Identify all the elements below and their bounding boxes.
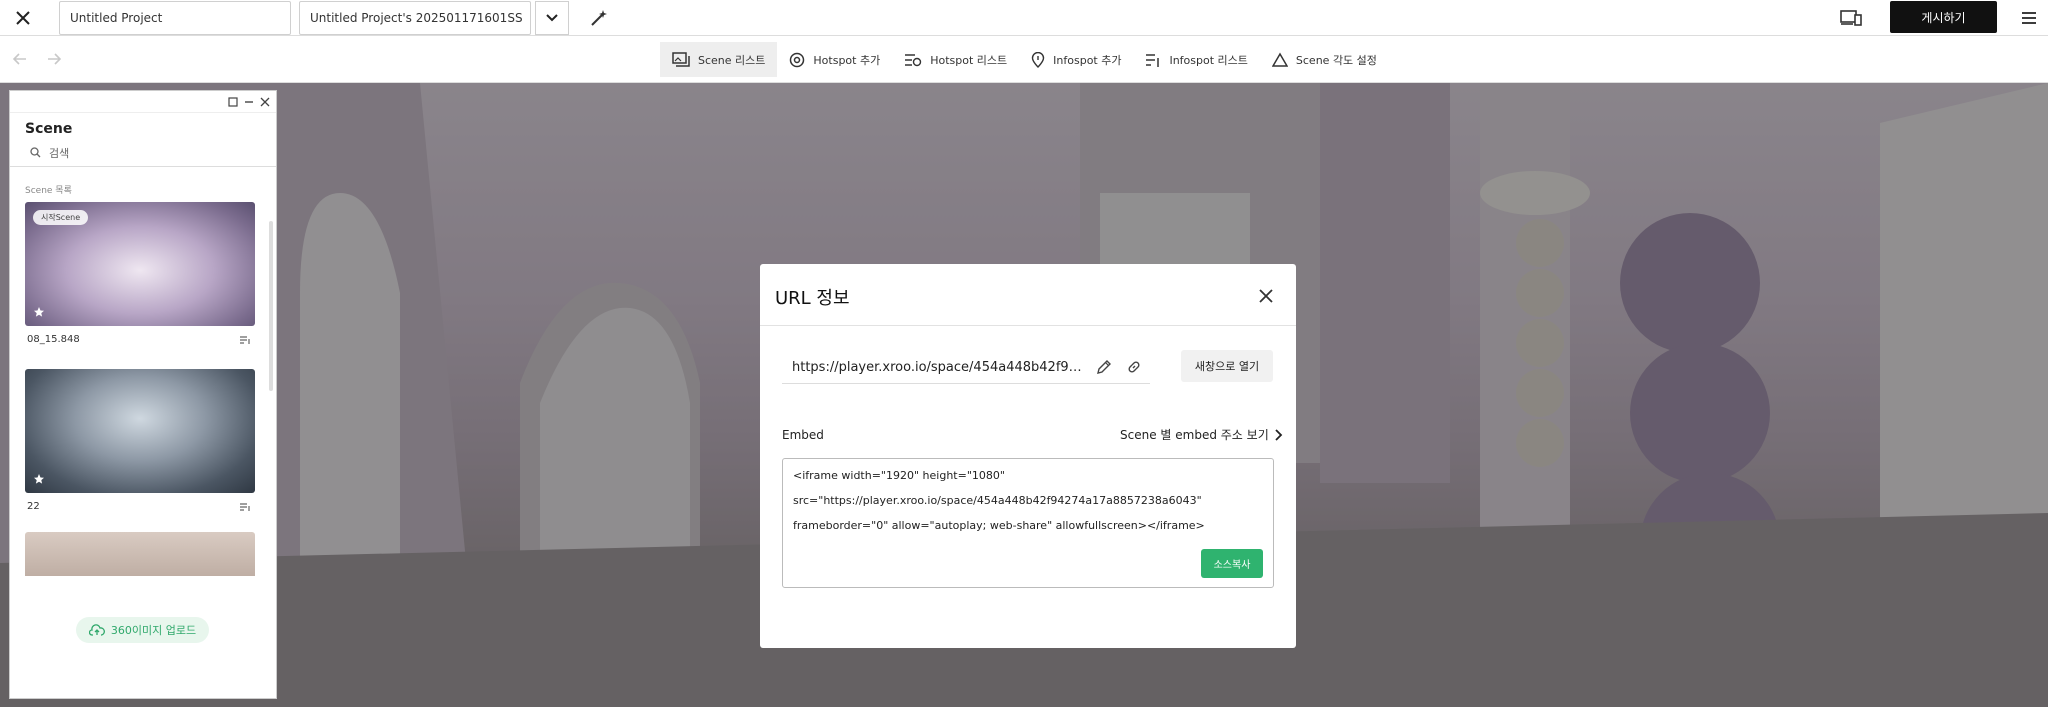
- scene-list-icon: [672, 51, 690, 68]
- scene-options-icon[interactable]: [239, 335, 251, 345]
- close-icon: [15, 10, 31, 26]
- undo-button[interactable]: [10, 49, 30, 69]
- tool-label: Scene 리스트: [698, 53, 766, 67]
- maximize-icon[interactable]: [228, 96, 238, 107]
- scene-thumbnail[interactable]: [25, 532, 255, 576]
- search-icon: [30, 147, 41, 158]
- publish-button[interactable]: 게시하기: [1890, 1, 1997, 33]
- link-icon[interactable]: [1126, 359, 1144, 377]
- scene-thumbnail[interactable]: 시작Scene: [25, 202, 255, 326]
- tool-label: Hotspot 추가: [813, 53, 881, 67]
- close-editor-button[interactable]: [0, 0, 46, 36]
- scene-card[interactable]: 22: [25, 369, 255, 512]
- start-scene-badge: 시작Scene: [33, 210, 89, 225]
- search-placeholder: 검색: [49, 146, 70, 160]
- top-bar: Untitled Project Untitled Project's 2025…: [0, 0, 2048, 36]
- hotspot-list-icon: [904, 52, 922, 68]
- magic-wand-icon: [589, 8, 609, 28]
- arrow-left-icon: [13, 53, 27, 65]
- tool-label: Infospot 추가: [1053, 53, 1122, 67]
- upload-label: 360이미지 업로드: [110, 624, 197, 637]
- minimize-icon[interactable]: [244, 97, 254, 107]
- modal-divider: [760, 325, 1296, 326]
- close-icon[interactable]: [260, 97, 270, 107]
- main-menu-button[interactable]: [2016, 6, 2042, 30]
- url-info-modal: URL 정보 https://player.xroo.io/space/454a…: [760, 264, 1296, 648]
- url-text: https://player.xroo.io/space/454a448b42f…: [792, 360, 1084, 375]
- chevron-right-icon: [1275, 428, 1283, 441]
- modal-title: URL 정보: [775, 288, 850, 309]
- toolbar-tools: Scene 리스트 Hotspot 추가 Hotspot 리스트 Infospo…: [660, 42, 1389, 77]
- tool-hotspot-list[interactable]: Hotspot 리스트: [892, 42, 1019, 77]
- scene-list-label: Scene 목록: [25, 186, 72, 196]
- magic-wand-button[interactable]: [587, 6, 611, 30]
- modal-close-button[interactable]: [1256, 286, 1276, 306]
- tool-label: Scene 각도 설정: [1295, 53, 1377, 67]
- embed-label: Embed: [782, 428, 824, 442]
- panel-title: Scene: [25, 121, 73, 137]
- scene-thumbnail[interactable]: [25, 369, 255, 493]
- infospot-add-icon: [1031, 51, 1045, 68]
- scene-panel: Scene 검색 Scene 목록 시작Scene 08_15.848 22 3…: [9, 90, 277, 699]
- embed-code-line: <iframe width="1920" height="1080": [793, 469, 1005, 482]
- embed-code-line: src="https://player.xroo.io/space/454a44…: [793, 494, 1202, 507]
- tool-infospot-add[interactable]: Infospot 추가: [1019, 42, 1133, 77]
- cloud-upload-icon: [88, 624, 105, 636]
- project-name-field[interactable]: Untitled Project: [59, 0, 291, 35]
- scene-card[interactable]: [25, 532, 255, 576]
- open-new-window-button[interactable]: 새창으로 열기: [1181, 350, 1273, 382]
- copy-source-button[interactable]: 소스복사: [1201, 549, 1263, 578]
- star-icon[interactable]: [33, 473, 45, 485]
- upload-360-button[interactable]: 360이미지 업로드: [76, 617, 209, 643]
- tool-scene-angle[interactable]: Scene 각도 설정: [1260, 42, 1389, 77]
- scene-list-scrollbar[interactable]: [269, 221, 273, 391]
- scene-embed-label: Scene 별 embed 주소 보기: [1120, 428, 1269, 442]
- scene-card[interactable]: 시작Scene 08_15.848: [25, 202, 255, 345]
- url-field[interactable]: https://player.xroo.io/space/454a448b42f…: [782, 352, 1150, 384]
- tool-label: Hotspot 리스트: [930, 53, 1008, 67]
- scene-angle-icon: [1271, 52, 1288, 68]
- hotspot-add-icon: [789, 52, 805, 68]
- tool-infospot-list[interactable]: Infospot 리스트: [1133, 42, 1259, 77]
- panel-header: [10, 91, 276, 113]
- tool-scene-list[interactable]: Scene 리스트: [660, 42, 778, 77]
- embed-code-textarea[interactable]: <iframe width="1920" height="1080" src="…: [782, 458, 1274, 588]
- tool-label: Infospot 리스트: [1169, 53, 1248, 67]
- tool-hotspot-add[interactable]: Hotspot 추가: [777, 42, 892, 77]
- redo-button[interactable]: [44, 49, 64, 69]
- scene-search-input[interactable]: 검색: [10, 145, 276, 167]
- project-dropdown-button[interactable]: [535, 0, 569, 35]
- hamburger-menu-icon: [2021, 11, 2037, 25]
- chevron-down-icon: [546, 13, 558, 22]
- infospot-list-icon: [1145, 52, 1161, 68]
- star-icon[interactable]: [33, 306, 45, 318]
- arrow-right-icon: [47, 53, 61, 65]
- project-code-field[interactable]: Untitled Project's 202501171601SS: [299, 0, 531, 35]
- device-preview-button[interactable]: [1838, 6, 1864, 30]
- editor-toolbar: Scene 리스트 Hotspot 추가 Hotspot 리스트 Infospo…: [0, 36, 2048, 83]
- embed-code-line: frameborder="0" allow="autoplay; web-sha…: [793, 519, 1205, 532]
- scene-embed-link[interactable]: Scene 별 embed 주소 보기: [1120, 426, 1283, 443]
- devices-icon: [1840, 10, 1862, 26]
- scene-name: 22: [27, 501, 40, 512]
- scene-options-icon[interactable]: [239, 502, 251, 512]
- close-icon: [1259, 289, 1273, 303]
- pencil-icon[interactable]: [1096, 359, 1114, 377]
- scene-name: 08_15.848: [27, 334, 80, 345]
